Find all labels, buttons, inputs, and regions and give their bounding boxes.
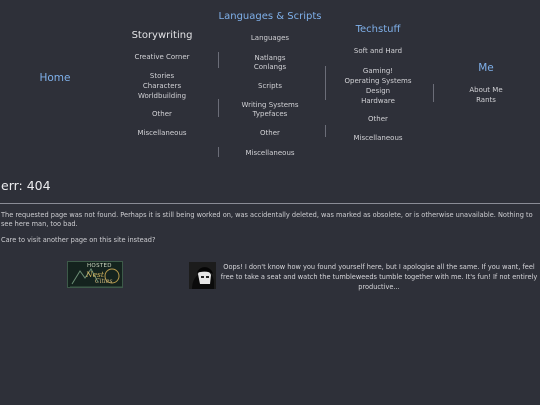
- nav-divider: [325, 66, 326, 100]
- page-title: err: 404: [1, 178, 51, 193]
- nav-item-miscellaneous[interactable]: Miscellaneous: [121, 128, 203, 138]
- badge-hosted-text: HOSTED: [87, 263, 112, 269]
- nav-item-hardware[interactable]: Hardware: [333, 96, 423, 106]
- nav-item-typefaces[interactable]: Typefaces: [225, 109, 315, 119]
- divider: [0, 203, 540, 204]
- nav-divider: [218, 99, 219, 117]
- nav-item-scripts[interactable]: Scripts: [225, 81, 315, 91]
- nav-item-characters[interactable]: Characters: [121, 81, 203, 91]
- nav-item-operating-systems[interactable]: Operating Systems: [333, 76, 423, 86]
- avatar-portrait: [189, 262, 216, 289]
- nav-divider: [218, 147, 219, 157]
- nav-item-design[interactable]: Design: [333, 86, 423, 96]
- nav-divider: [218, 52, 219, 68]
- nav-item-worldbuilding[interactable]: Worldbuilding: [121, 91, 203, 101]
- nav-item-languages[interactable]: Languages: [225, 33, 315, 43]
- nav-divider: [433, 84, 434, 102]
- nav-storywriting-heading[interactable]: Storywriting: [121, 30, 203, 41]
- nav-item-miscellaneous[interactable]: Miscellaneous: [225, 148, 315, 158]
- nav-item-creative-corner[interactable]: Creative Corner: [121, 52, 203, 62]
- nav-item-gaming[interactable]: Gaming!: [333, 66, 423, 76]
- nav-divider: [325, 125, 326, 137]
- hosted-badge[interactable]: HOSTED Nest Cities: [67, 261, 123, 288]
- error-message: The requested page was not found. Perhap…: [1, 211, 533, 228]
- nav-item-other[interactable]: Other: [121, 109, 203, 119]
- nav-item-stories[interactable]: Stories: [121, 71, 203, 81]
- nav-item-soft-and-hard[interactable]: Soft and Hard: [333, 46, 423, 56]
- nav-me-heading[interactable]: Me: [466, 62, 506, 74]
- nav-home-link[interactable]: Home: [34, 72, 76, 84]
- nav-item-rants[interactable]: Rants: [456, 95, 516, 105]
- nav-techstuff-heading[interactable]: Techstuff: [338, 24, 418, 35]
- nav-item-about-me[interactable]: About Me: [456, 85, 516, 95]
- nav-item-conlangs[interactable]: Conlangs: [225, 62, 315, 72]
- badge-cities-text: Cities: [95, 278, 113, 285]
- nav-item-miscellaneous[interactable]: Miscellaneous: [333, 133, 423, 143]
- apology-note: Oops! I don't know how you found yoursel…: [220, 263, 538, 291]
- visit-prompt: Care to visit another page on this site …: [1, 236, 156, 244]
- nav-languages-scripts-heading[interactable]: Languages & Scripts: [210, 11, 330, 22]
- nav-item-other[interactable]: Other: [333, 114, 423, 124]
- site-navigation: Home Storywriting Creative Corner Storie…: [0, 0, 540, 162]
- nav-item-other[interactable]: Other: [225, 128, 315, 138]
- avatar: [189, 262, 216, 289]
